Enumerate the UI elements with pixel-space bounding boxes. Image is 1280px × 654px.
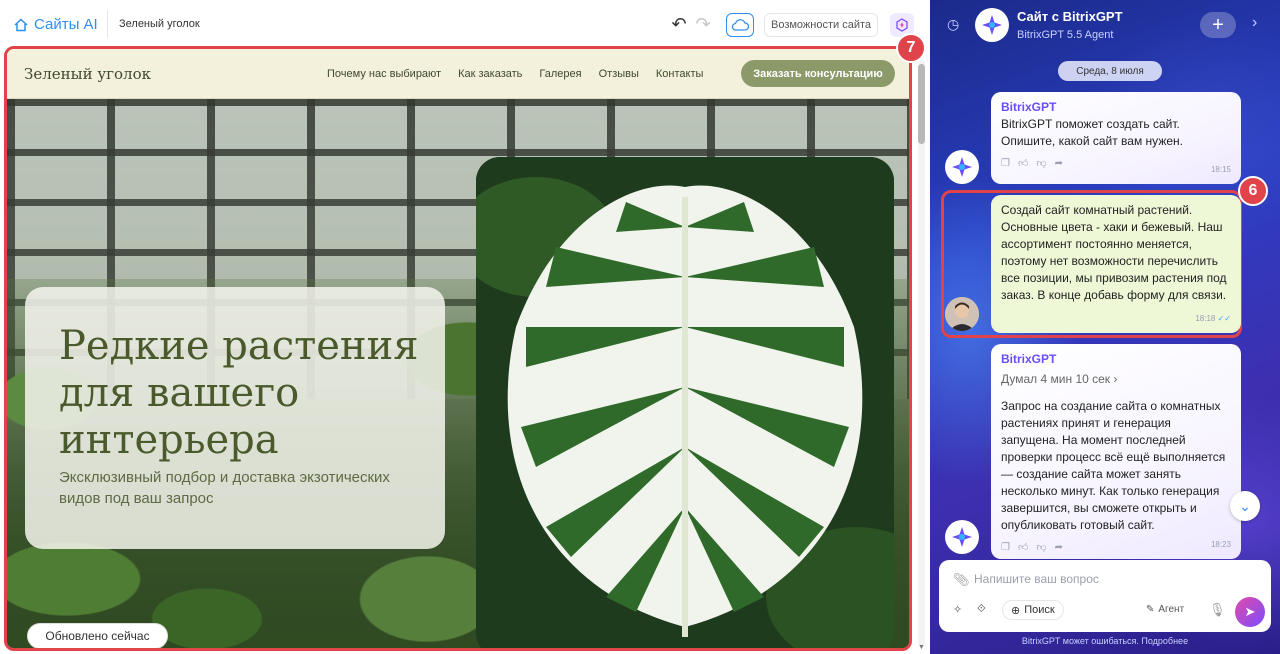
user-message: Создай сайт комнатный растений. Основные… [991,195,1241,333]
thumbs-down-icon[interactable]: 👎︎ [1036,539,1046,556]
scroll-to-bottom-button[interactable]: ⌄ [1230,491,1260,521]
ai-message: BitrixGPT Думал 4 мин 10 сек › Запрос на… [991,344,1241,559]
home-label: Сайты AI [34,16,98,33]
chevron-down-icon: ⌄ [1239,497,1251,514]
home-link[interactable]: Сайты AI [14,16,98,33]
chevron-right-icon[interactable]: › [1252,14,1257,32]
nav-link-gallery[interactable]: Галерея [539,68,581,80]
message-time: 18:18 ✓✓ [1195,310,1231,327]
message-actions: ❐ 👍︎ 👎︎ ➦ [1001,539,1231,556]
message-time: 18:23 [1210,540,1231,549]
site-editor: Сайты AI Зеленый уголок ↶ ↷ Возможности … [0,0,930,654]
scrollbar-thumb[interactable] [918,64,925,144]
chat-title: Сайт с BitrixGPT [1017,9,1123,24]
site-nav-links: Почему нас выбирают Как заказать Галерея… [327,68,703,80]
nav-link-reviews[interactable]: Отзывы [599,68,639,80]
plus-icon: + [1212,13,1224,36]
undo-icon[interactable]: ↶ [669,14,689,34]
nav-link-contacts[interactable]: Контакты [656,68,704,80]
editor-toolbar: Сайты AI Зеленый уголок ↶ ↷ Возможности … [0,0,930,48]
bitrixgpt-avatar [945,150,979,184]
monstera-leaf-icon [476,157,894,648]
search-toggle[interactable]: ⊕ Поиск [1002,600,1064,620]
thumbs-down-icon[interactable]: 👎︎ [1036,155,1046,172]
message-composer: 📎︎ ✧ ⟐ ⊕ Поиск ✎ Агент 🎙︎ ➤ [939,560,1271,632]
site-preview: Зеленый уголок Почему нас выбирают Как з… [4,46,912,651]
copy-icon[interactable]: ❐ [1001,155,1010,172]
bitrixgpt-logo [975,8,1009,42]
order-consultation-button[interactable]: Заказать консультацию [741,60,895,87]
agent-toggle[interactable]: ✎ Агент [1146,604,1184,615]
send-button[interactable]: ➤ [1235,597,1265,627]
monstera-leaf-photo [476,157,894,648]
copy-icon[interactable]: ❐ [1001,539,1010,556]
nav-link-why-us[interactable]: Почему нас выбирают [327,68,441,80]
hero-section: Редкие растения для вашего интерьера Экс… [7,99,909,648]
thinking-duration: Думал 4 мин 10 сек [1001,372,1111,386]
bitrixgpt-star-icon [982,15,1002,35]
hero-title: Редкие растения для вашего интерьера [59,323,419,463]
cloud-save-button[interactable] [726,13,754,37]
message-text: BitrixGPT поможет создать сайт. Опишите,… [1001,117,1183,148]
ai-sparkle-icon [896,18,908,32]
hero-text-card: Редкие растения для вашего интерьера Экс… [25,287,445,549]
site-features-button[interactable]: Возможности сайта [764,13,878,37]
home-icon [14,17,28,31]
bitrixgpt-star-icon [952,527,972,547]
cloud-icon [731,19,749,31]
user-photo-icon [945,297,979,331]
chat-input[interactable] [974,568,1234,590]
ai-message: BitrixGPT BitrixGPT поможет создать сайт… [991,92,1241,184]
message-text: Запрос на создание сайта о комнатных рас… [1001,399,1226,532]
thumbs-up-icon[interactable]: 👍︎ [1018,155,1028,172]
bitrixgpt-star-icon [952,157,972,177]
agent-label: Агент [1158,604,1185,615]
bitrixgpt-avatar [945,520,979,554]
chat-header: ◷ Сайт с BitrixGPT BitrixGPT 5.5 Agent +… [930,0,1280,52]
redo-icon[interactable]: ↷ [693,14,713,34]
hero-subtitle: Эксклюзивный подбор и доставка экзотичес… [59,469,390,507]
history-icon[interactable]: ◷ [947,16,963,32]
nav-link-how-to-order[interactable]: Как заказать [458,68,522,80]
scroll-down-arrow-icon[interactable]: ▼ [918,644,925,651]
updated-status-pill: Обновлено сейчас [27,623,168,648]
share-icon[interactable]: ➦ [1055,155,1063,172]
message-sender: BitrixGPT [1001,352,1057,366]
callout-badge-7: 7 [896,33,926,63]
chevron-right-icon: › [1113,372,1118,386]
disclaimer: BitrixGPT может ошибаться. Подробнее [1021,636,1189,646]
message-time-value: 18:18 [1195,314,1216,323]
message-text: Создай сайт комнатный растений. Основные… [1001,203,1227,302]
attach-icon[interactable]: 📎︎ [953,572,970,588]
new-chat-button[interactable]: + [1200,12,1236,38]
agent-icon: ✎ [1146,604,1155,615]
message-sender: BitrixGPT [1001,100,1057,114]
share-icon[interactable]: ➦ [1055,539,1063,556]
user-avatar [945,297,979,331]
send-icon: ➤ [1244,604,1256,619]
preview-scrollbar[interactable] [918,60,925,646]
read-check-icon: ✓✓ [1217,314,1231,323]
sparkle-tool-icon[interactable]: ✧ [953,603,962,616]
chat-subtitle: BitrixGPT 5.5 Agent [1017,29,1114,41]
site-logo[interactable]: Зеленый уголок [24,65,151,83]
thinking-toggle[interactable]: Думал 4 мин 10 сек › [1001,371,1231,388]
callout-badge-6: 6 [1238,176,1268,206]
breadcrumb[interactable]: Зеленый уголок [119,18,200,30]
message-time: 18:15 [1210,165,1231,174]
site-navbar: Зеленый уголок Почему нас выбирают Как з… [7,49,909,99]
bitrixgpt-chat-panel: ◷ Сайт с BitrixGPT BitrixGPT 5.5 Agent +… [930,0,1280,654]
date-divider: Среда, 8 июля [1058,61,1162,81]
thumbs-up-icon[interactable]: 👍︎ [1018,539,1028,556]
microphone-icon[interactable]: 🎙︎ [1209,602,1226,618]
ai-mode-icon[interactable]: ⟐ [977,603,986,616]
message-actions: ❐ 👍︎ 👎︎ ➦ [1001,155,1231,172]
toolbar-divider [107,10,108,38]
globe-icon: ⊕ [1011,604,1021,617]
search-label: Поиск [1024,604,1055,616]
